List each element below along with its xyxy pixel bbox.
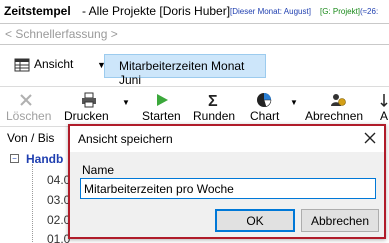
tree-item[interactable]: 03.0 bbox=[47, 193, 70, 207]
toolbar: Löschen Drucken ▼ Starten Σ Runden Chart… bbox=[0, 86, 389, 124]
bill-button[interactable]: Abrechnen bbox=[305, 87, 369, 125]
tree-item[interactable]: 02.0 bbox=[47, 213, 70, 227]
chart-label: Chart bbox=[250, 109, 280, 123]
tree-group[interactable]: − Handb bbox=[10, 151, 63, 166]
play-icon bbox=[157, 94, 168, 106]
project-title: - Alle Projekte [Doris Huber] bbox=[82, 4, 231, 18]
column-header-label: Von / Bis bbox=[7, 131, 55, 145]
sigma-icon: Σ bbox=[208, 93, 218, 108]
tree-item[interactable]: 04.0 bbox=[47, 173, 70, 187]
start-label: Starten bbox=[142, 109, 181, 123]
printer-icon bbox=[82, 92, 96, 108]
dialog-title-bar[interactable]: Ansicht speichern bbox=[70, 126, 384, 152]
collapse-icon[interactable]: − bbox=[10, 154, 19, 164]
delete-x-icon bbox=[20, 94, 32, 106]
view-label: Ansicht bbox=[34, 57, 74, 71]
cancel-button[interactable]: Abbrechen bbox=[301, 209, 379, 232]
more-button[interactable]: A bbox=[378, 87, 389, 125]
group-tag: [G: Projekt] bbox=[320, 7, 361, 16]
ok-button[interactable]: OK bbox=[215, 209, 295, 232]
chart-button[interactable]: Chart ▼ bbox=[249, 87, 301, 125]
delete-button[interactable]: Löschen bbox=[4, 87, 51, 125]
chevron-down-icon[interactable]: ▼ bbox=[290, 98, 298, 107]
name-label: Name bbox=[82, 163, 115, 177]
view-bar: Ansicht ▼ Mitarbeiterzeiten Monat Juni bbox=[0, 46, 389, 87]
quick-capture-input[interactable]: < Schnellerfassung > bbox=[5, 27, 118, 41]
print-button[interactable]: Drucken ▼ bbox=[64, 87, 132, 125]
column-header-date[interactable]: Von / Bis bbox=[0, 126, 75, 148]
month-filter-tag: [Dieser Monat: August] bbox=[230, 7, 311, 16]
print-label: Drucken bbox=[64, 109, 109, 123]
start-button[interactable]: Starten bbox=[140, 87, 184, 125]
arrow-icon bbox=[380, 94, 388, 108]
table-icon bbox=[14, 58, 30, 72]
save-view-dialog: Ansicht speichern Name OK Abbrechen bbox=[68, 124, 386, 239]
current-view-selector[interactable]: Mitarbeiterzeiten Monat Juni bbox=[104, 54, 266, 87]
title-bar: Zeitstempel - Alle Projekte [Doris Huber… bbox=[0, 0, 389, 23]
current-view-label: Mitarbeiterzeiten Monat Juni bbox=[119, 59, 245, 87]
close-icon[interactable] bbox=[362, 130, 378, 146]
round-label: Runden bbox=[193, 109, 236, 123]
bill-label: Abrechnen bbox=[305, 109, 364, 123]
delete-label: Löschen bbox=[6, 109, 52, 123]
round-button[interactable]: Σ Runden bbox=[191, 87, 237, 125]
tree-connector bbox=[32, 164, 33, 243]
more-label: A bbox=[380, 109, 389, 123]
view-menu-button[interactable]: Ansicht ▼ bbox=[12, 54, 106, 76]
app-title: Zeitstempel bbox=[4, 4, 71, 18]
pie-chart-icon bbox=[257, 93, 272, 108]
tree-item[interactable]: 01.0 bbox=[47, 232, 70, 243]
svg-text:Σ: Σ bbox=[208, 93, 218, 108]
dialog-title: Ansicht speichern bbox=[78, 132, 173, 146]
extra-tag: (≈26: bbox=[360, 7, 379, 16]
quick-capture-bar[interactable]: < Schnellerfassung > bbox=[0, 23, 389, 45]
users-money-icon bbox=[331, 94, 346, 106]
chevron-down-icon[interactable]: ▼ bbox=[122, 98, 130, 107]
view-name-input[interactable] bbox=[80, 178, 376, 199]
